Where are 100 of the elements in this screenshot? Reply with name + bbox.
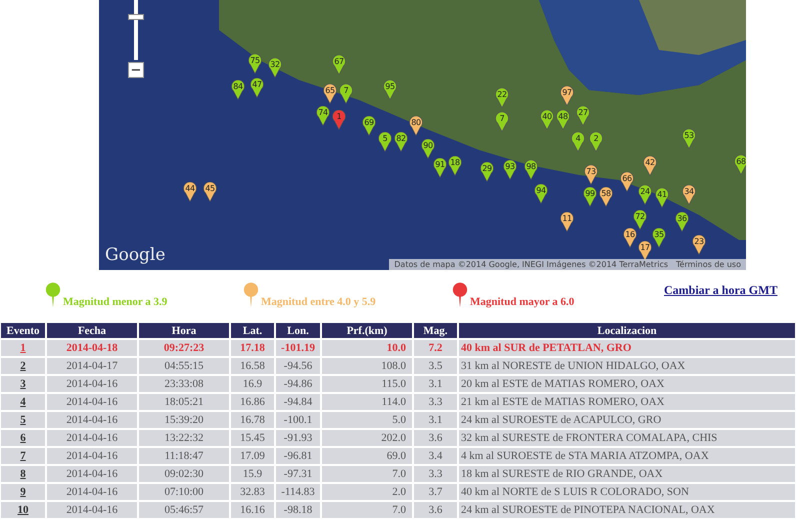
table-cell: -100.1 <box>276 412 320 428</box>
map-marker[interactable]: 75 <box>248 54 262 74</box>
map-marker[interactable]: 97 <box>560 86 574 106</box>
map-marker[interactable]: 66 <box>620 172 634 192</box>
map-marker[interactable]: 7 <box>339 84 353 104</box>
table-cell: 4 km al SUROESTE de STA MARIA ATZOMPA, OAX <box>459 448 795 464</box>
event-link[interactable]: 8 <box>20 468 26 480</box>
table-cell: 16.86 <box>231 394 274 410</box>
map-marker[interactable]: 80 <box>409 116 423 136</box>
table-cell: 2014-04-16 <box>47 484 137 500</box>
table-cell: 11:18:47 <box>139 448 229 464</box>
table-cell: 7.0 <box>322 466 412 482</box>
map-marker[interactable]: 84 <box>231 80 245 100</box>
map-attribution: Datos de mapa ©2014 Google, INEGI Imágenes ©2014 TerraMetrics <box>394 260 668 269</box>
table-cell: -101.19 <box>276 340 320 356</box>
legend-label: Magnitud entre 4.0 y 5.9 <box>261 296 376 308</box>
map-marker[interactable]: 11 <box>560 212 574 232</box>
map-marker[interactable]: 35 <box>652 228 666 248</box>
table-cell: 3.1 <box>414 412 457 428</box>
table-cell: 07:10:00 <box>139 484 229 500</box>
map-marker[interactable]: 16 <box>623 228 637 248</box>
map-marker[interactable]: 22 <box>495 88 509 108</box>
table-cell: 04:55:15 <box>139 358 229 374</box>
table-cell: 2014-04-16 <box>47 448 137 464</box>
map-marker[interactable]: 73 <box>584 165 598 185</box>
map-marker[interactable]: 24 <box>638 185 652 205</box>
table-cell: 40 km al NORTE de S LUIS R COLORADO, SON <box>459 484 795 500</box>
zoom-out-button[interactable]: − <box>128 62 144 78</box>
map-marker[interactable]: 27 <box>576 106 590 126</box>
map-marker[interactable]: 36 <box>675 212 689 232</box>
map-marker[interactable]: 98 <box>524 160 538 180</box>
map-marker[interactable]: 48 <box>556 110 570 130</box>
map-marker[interactable]: 72 <box>633 210 647 230</box>
table-cell: 15.45 <box>231 430 274 446</box>
event-link[interactable]: 3 <box>20 378 26 390</box>
table-cell: 3.3 <box>414 394 457 410</box>
map-marker[interactable]: 65 <box>323 84 337 104</box>
map-marker[interactable]: 40 <box>540 110 554 130</box>
table-cell: 15.9 <box>231 466 274 482</box>
map-marker[interactable]: 42 <box>643 156 657 176</box>
event-link[interactable]: 4 <box>20 396 26 408</box>
event-link[interactable]: 7 <box>20 450 26 462</box>
map-marker[interactable]: 45 <box>203 182 217 202</box>
table-cell: 09:02:30 <box>139 466 229 482</box>
table-cell: 24 km al SUROESTE de ACAPULCO, GRO <box>459 412 795 428</box>
map-marker[interactable]: 82 <box>394 132 408 152</box>
map-marker[interactable]: 53 <box>682 129 696 149</box>
table-cell: 16.78 <box>231 412 274 428</box>
map-marker[interactable]: 44 <box>183 182 197 202</box>
map-marker[interactable]: 1 <box>332 110 346 130</box>
map-marker[interactable]: 91 <box>433 158 447 178</box>
google-logo: Google <box>105 245 166 265</box>
table-cell: 2014-04-18 <box>47 340 137 356</box>
event-link[interactable]: 2 <box>20 360 26 372</box>
table-cell: -94.56 <box>276 358 320 374</box>
map-marker[interactable]: 94 <box>534 184 548 204</box>
table-cell: 21 km al ESTE de MATIAS ROMERO, OAX <box>459 394 795 410</box>
map-marker[interactable]: 2 <box>589 132 603 152</box>
table-cell: 10.0 <box>322 340 412 356</box>
terms-link[interactable]: Términos de uso <box>676 260 741 269</box>
map-marker[interactable]: 99 <box>583 187 597 207</box>
map-marker[interactable]: 41 <box>655 188 669 208</box>
table-cell: 202.0 <box>322 430 412 446</box>
map-marker[interactable]: 23 <box>692 235 706 255</box>
map-marker[interactable]: 32 <box>268 58 282 78</box>
table-cell: 16.16 <box>231 502 274 518</box>
table-cell: 2014-04-16 <box>47 412 137 428</box>
map-marker[interactable]: 93 <box>503 160 517 180</box>
map-marker[interactable]: 34 <box>682 185 696 205</box>
map-marker[interactable]: 5 <box>378 132 392 152</box>
event-link[interactable]: 6 <box>20 432 26 444</box>
table-cell: 31 km al NORESTE de UNION HIDALGO, OAX <box>459 358 795 374</box>
map-marker[interactable]: 4 <box>571 132 585 152</box>
map-marker[interactable]: 90 <box>421 139 435 159</box>
table-cell: 2014-04-16 <box>47 394 137 410</box>
map-marker[interactable]: 29 <box>480 162 494 182</box>
map-marker[interactable]: 74 <box>316 106 330 126</box>
legend-label: Magnitud mayor a 6.0 <box>470 296 574 308</box>
gmt-link[interactable]: Cambiar a hora GMT <box>664 283 778 298</box>
map-marker[interactable]: 7 <box>495 112 509 132</box>
event-link[interactable]: 10 <box>18 504 28 516</box>
map-marker[interactable]: 69 <box>362 116 376 136</box>
table-cell: 40 km al SUR de PETATLAN, GRO <box>459 340 795 356</box>
event-link[interactable]: 9 <box>20 486 26 498</box>
table-cell: -94.84 <box>276 394 320 410</box>
map-marker[interactable]: 67 <box>332 55 346 75</box>
table-cell: 3.1 <box>414 376 457 392</box>
map-marker[interactable]: 18 <box>448 156 462 176</box>
table-cell: 32.83 <box>231 484 274 500</box>
event-link[interactable]: 5 <box>20 414 26 426</box>
column-header: Localizacion <box>459 323 795 338</box>
map-marker[interactable]: 68 <box>734 155 746 175</box>
column-header: Evento <box>1 323 45 338</box>
map-marker[interactable]: 95 <box>383 80 397 100</box>
map-marker[interactable]: 47 <box>250 78 264 98</box>
map-marker[interactable]: 58 <box>599 187 613 207</box>
column-header: Fecha <box>47 323 137 338</box>
table-cell: 2014-04-16 <box>47 502 137 518</box>
table-cell: 115.0 <box>322 376 412 392</box>
table-cell: 09:27:23 <box>139 340 229 356</box>
